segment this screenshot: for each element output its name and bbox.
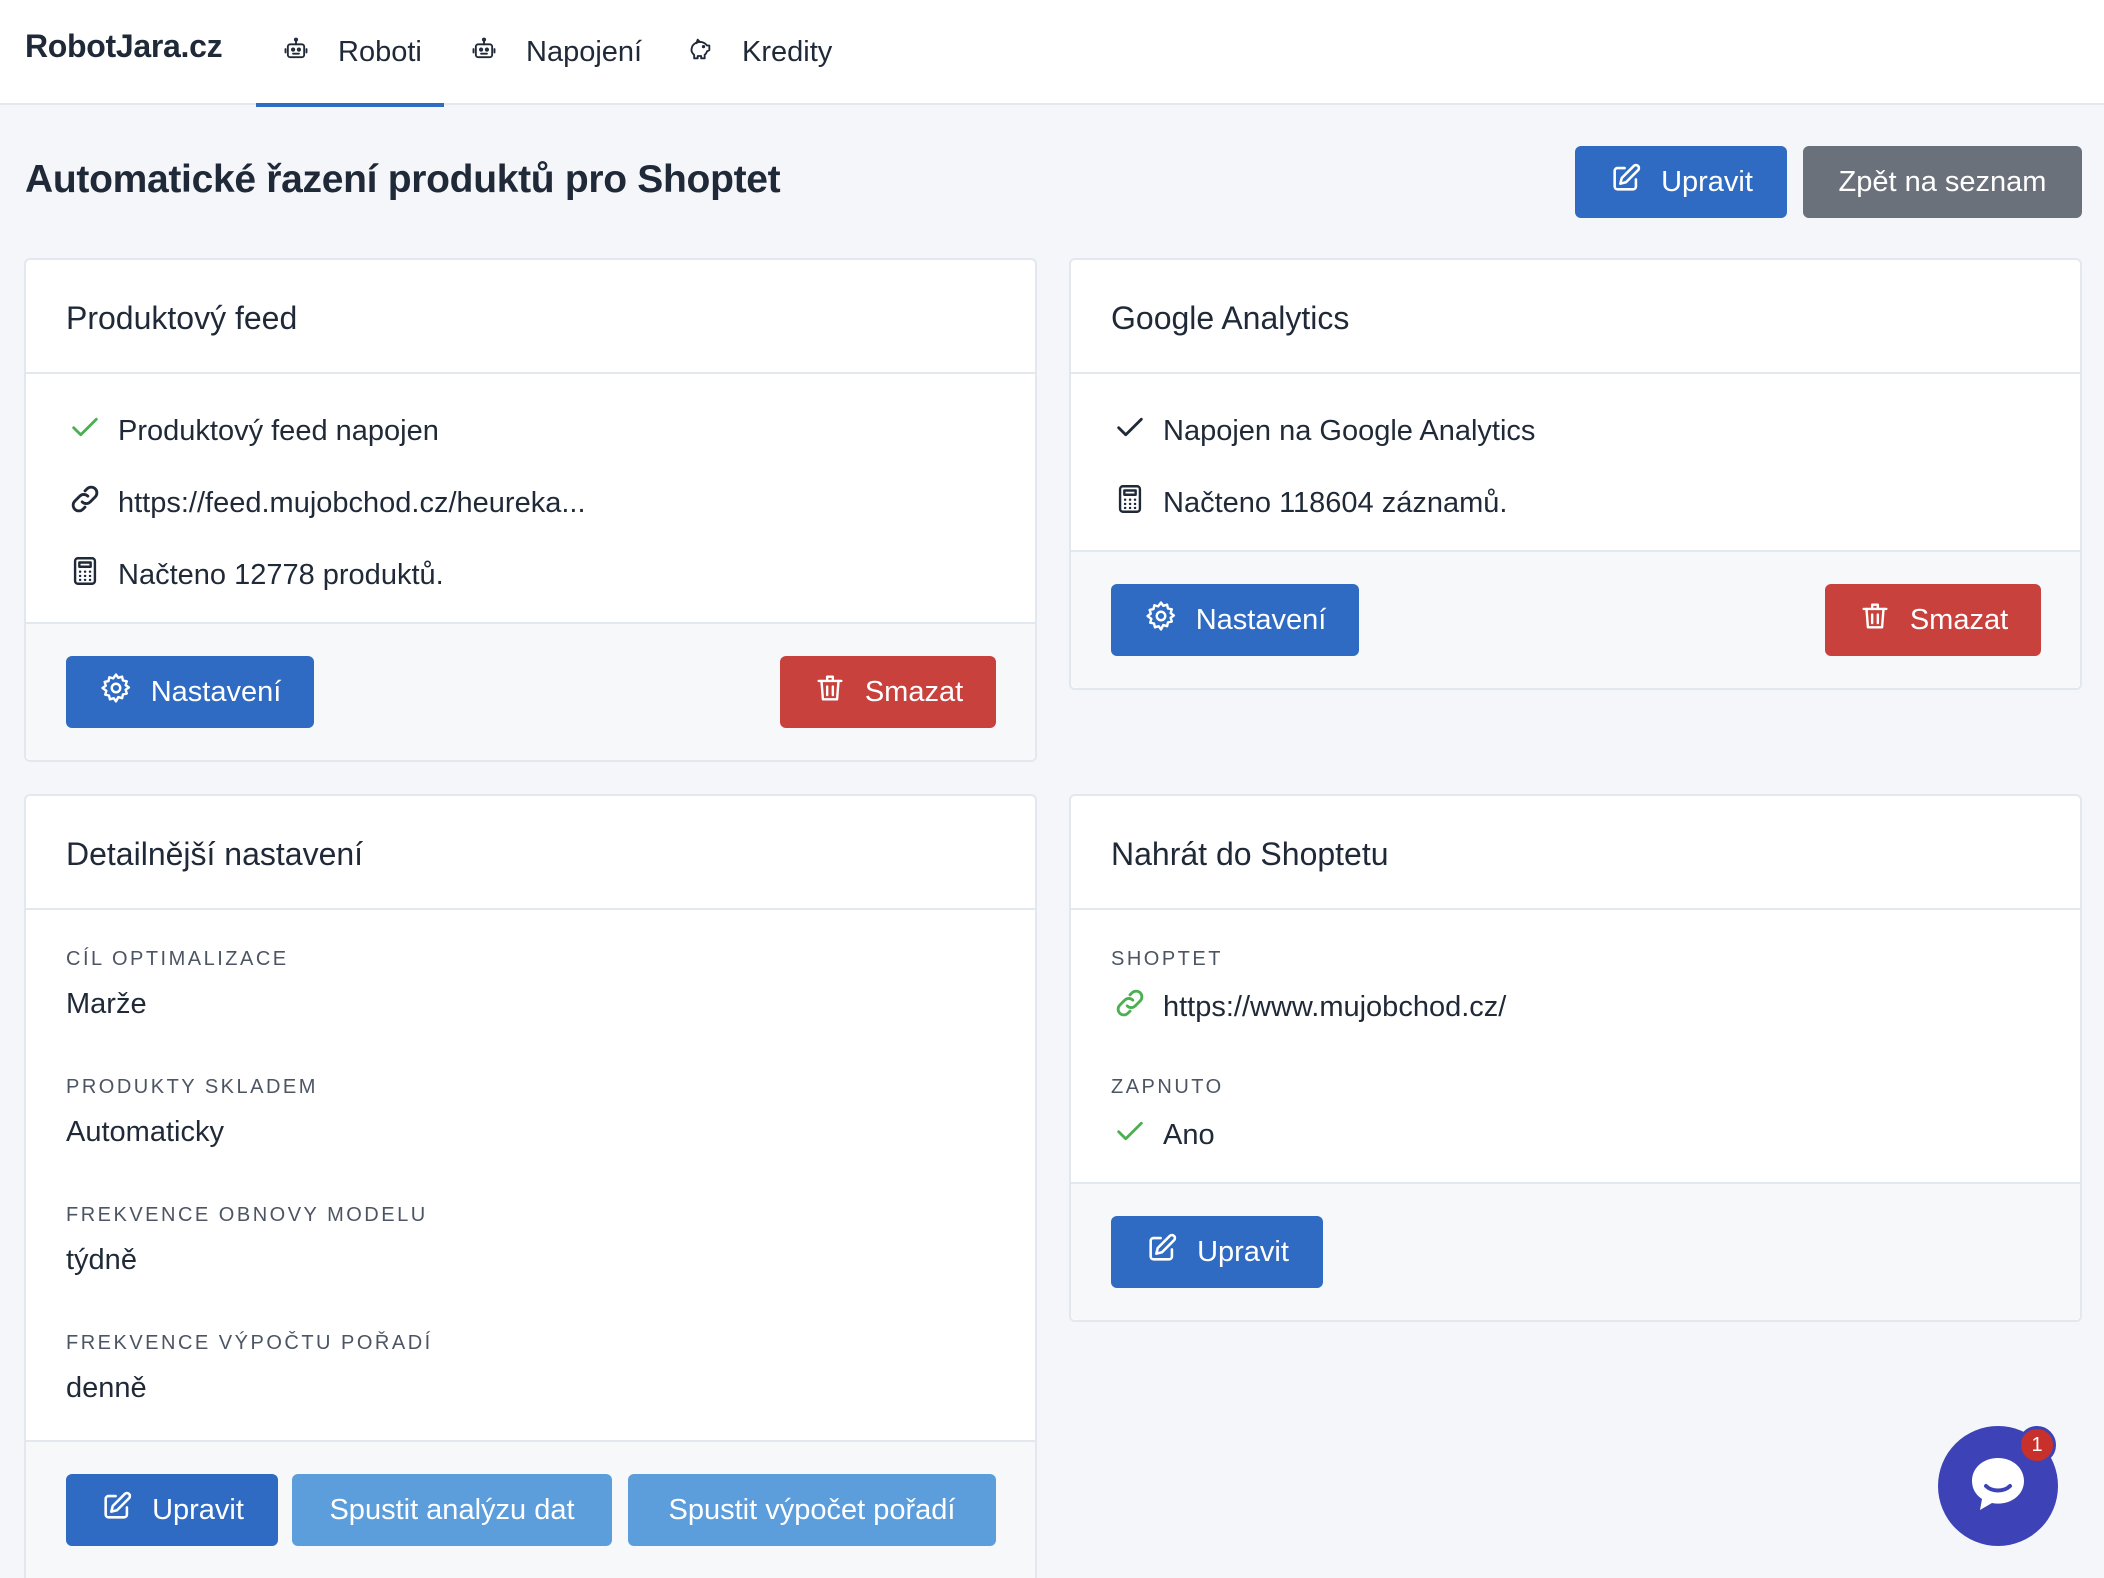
card-footer: Nastavení Smazat (26, 622, 1035, 760)
button-label: Nastavení (1195, 603, 1327, 636)
feed-status-row: Produktový feed napojen (68, 410, 439, 452)
field-label: CÍL OPTIMALIZACE (66, 948, 289, 970)
edit-button-label: Upravit (1661, 165, 1753, 198)
card-title: Google Analytics (1111, 300, 1350, 336)
robot-icon (282, 35, 310, 71)
field-value: Marže (66, 988, 147, 1020)
enabled-value: Ano (1163, 1118, 1215, 1151)
card-footer: Upravit (1071, 1182, 2080, 1320)
gear-icon (99, 671, 133, 713)
run-analysis-button[interactable]: Spustit analýzu dat (292, 1474, 612, 1546)
feed-url-row: https://feed.mujobchod.cz/heureka... (68, 482, 586, 524)
button-label: Spustit analýzu dat (329, 1493, 575, 1526)
ga-settings-button[interactable]: Nastavení (1111, 584, 1359, 656)
check-icon (68, 410, 102, 452)
field-label: ZAPNUTO (1111, 1076, 1224, 1098)
piggy-bank-icon (686, 35, 714, 71)
tab-kredity[interactable]: Kredity (686, 0, 832, 105)
check-icon (1113, 1114, 1147, 1156)
detail-edit-button[interactable]: Upravit (66, 1474, 278, 1546)
feed-count-row: Načteno 12778 produktů. (68, 554, 444, 596)
card-title: Nahrát do Shoptetu (1111, 836, 1389, 872)
card-footer: Nastavení Smazat (1071, 550, 2080, 688)
tab-roboti[interactable]: Roboti (256, 0, 444, 107)
feed-count-text: Načteno 12778 produktů. (118, 558, 444, 591)
shoptet-edit-button[interactable]: Upravit (1111, 1216, 1323, 1288)
field-value: Automaticky (66, 1116, 224, 1148)
trash-icon (813, 671, 847, 713)
button-label: Upravit (152, 1493, 244, 1526)
field-label: FREKVENCE VÝPOČTU POŘADÍ (66, 1332, 433, 1354)
google-analytics-card: Google Analytics Napojen na Google Analy… (1069, 258, 2082, 690)
field-value: denně (66, 1372, 147, 1404)
button-label: Upravit (1197, 1235, 1289, 1268)
ga-status-row: Napojen na Google Analytics (1113, 410, 1535, 452)
field-label: FREKVENCE OBNOVY MODELU (66, 1204, 428, 1226)
field-label: SHOPTET (1111, 948, 1223, 970)
top-navbar: RobotJara.cz Roboti Napojení Kredity (0, 0, 2104, 107)
page-title: Automatické řazení produktů pro Shoptet (25, 158, 781, 201)
calculator-icon (1113, 482, 1147, 524)
card-title: Detailnější nastavení (66, 836, 364, 872)
link-icon (68, 482, 102, 524)
product-feed-card: Produktový feed Produktový feed napojen … (24, 258, 1037, 762)
enabled-row: Ano (1113, 1114, 1215, 1156)
feed-delete-button[interactable]: Smazat (780, 656, 996, 728)
tab-napojeni[interactable]: Napojení (470, 0, 642, 105)
ga-count-row: Načteno 118604 záznamů. (1113, 482, 1507, 524)
ga-delete-button[interactable]: Smazat (1825, 584, 2041, 656)
button-label: Spustit výpočet pořadí (668, 1493, 956, 1526)
card-header: Detailnější nastavení (26, 796, 1035, 910)
button-label: Nastavení (150, 675, 282, 708)
edit-icon (1609, 161, 1643, 203)
button-label: Smazat (1909, 603, 2009, 636)
tab-label: Roboti (338, 36, 422, 68)
brand-logo[interactable]: RobotJara.cz (25, 28, 223, 65)
tab-label: Napojení (526, 36, 643, 68)
check-icon (1113, 410, 1147, 452)
run-ranking-button[interactable]: Spustit výpočet pořadí (628, 1474, 996, 1546)
edit-icon (1145, 1231, 1179, 1273)
shop-url-row: https://www.mujobchod.cz/ (1113, 986, 1506, 1028)
tab-label: Kredity (742, 36, 833, 68)
back-to-list-button[interactable]: Zpět na seznam (1803, 146, 2082, 218)
chat-bubble-icon (1966, 1452, 2030, 1521)
shoptet-upload-card: Nahrát do Shoptetu SHOPTET https://www.m… (1069, 794, 2082, 1322)
field-label: PRODUKTY SKLADEM (66, 1076, 318, 1098)
link-icon (1113, 986, 1147, 1028)
gear-icon (1144, 599, 1178, 641)
field-value: týdně (66, 1244, 137, 1276)
card-header: Google Analytics (1071, 260, 2080, 374)
shop-url[interactable]: https://www.mujobchod.cz/ (1163, 991, 1506, 1024)
card-footer: Upravit Spustit analýzu dat Spustit výpo… (26, 1440, 1035, 1578)
button-label: Smazat (864, 675, 964, 708)
ga-status-text: Napojen na Google Analytics (1163, 414, 1536, 447)
detail-settings-card: Detailnější nastavení CÍL OPTIMALIZACE M… (24, 794, 1037, 1578)
back-button-label: Zpět na seznam (1838, 165, 2047, 198)
ga-count-text: Načteno 118604 záznamů. (1163, 486, 1508, 519)
edit-button[interactable]: Upravit (1575, 146, 1787, 218)
card-header: Nahrát do Shoptetu (1071, 796, 2080, 910)
feed-status-text: Produktový feed napojen (118, 414, 439, 447)
card-header: Produktový feed (26, 260, 1035, 374)
trash-icon (1858, 599, 1892, 641)
robot-icon (470, 35, 498, 71)
card-title: Produktový feed (66, 300, 298, 336)
edit-icon (100, 1489, 134, 1531)
notification-badge: 1 (2018, 1426, 2056, 1464)
feed-url[interactable]: https://feed.mujobchod.cz/heureka... (118, 487, 586, 520)
feed-settings-button[interactable]: Nastavení (66, 656, 314, 728)
calculator-icon (68, 554, 102, 596)
